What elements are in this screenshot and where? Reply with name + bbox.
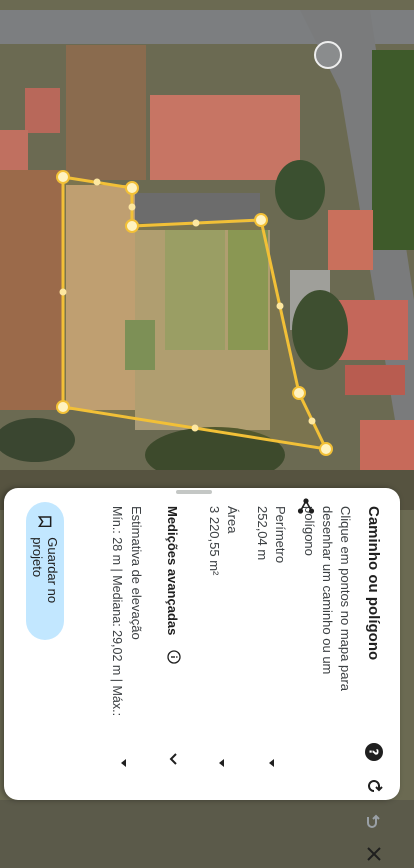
field	[0, 170, 62, 410]
info-icon[interactable]	[162, 650, 181, 664]
caret-down-icon	[121, 759, 126, 767]
advanced-expand-button[interactable]	[162, 748, 184, 770]
building	[25, 88, 60, 133]
save-to-project-button[interactable]: Guardar no projeto	[26, 502, 64, 640]
chevron-down-icon	[169, 753, 177, 765]
share-button[interactable]	[292, 492, 320, 520]
panel-title: Caminho ou polígono	[365, 506, 382, 661]
svg-text:?: ?	[367, 749, 381, 756]
area-label: Área	[225, 506, 240, 534]
close-button[interactable]	[360, 840, 388, 868]
building	[345, 365, 405, 395]
building	[338, 300, 408, 360]
help-icon: ?	[365, 743, 383, 761]
caret-down-icon	[219, 759, 224, 767]
midpoint[interactable]	[93, 178, 101, 186]
drag-handle[interactable]	[176, 490, 212, 494]
midpoint[interactable]	[308, 417, 316, 425]
building	[328, 210, 373, 270]
building	[135, 193, 260, 223]
building	[360, 420, 414, 470]
field	[66, 45, 146, 180]
area-value: 3 220,55 m²	[207, 506, 222, 576]
building	[150, 95, 300, 180]
perimeter-label: Perímetro	[273, 506, 288, 564]
midpoint[interactable]	[191, 424, 199, 432]
save-label: Guardar no projeto	[30, 537, 60, 604]
elevation-dropdown[interactable]	[112, 752, 134, 774]
vertex[interactable]	[292, 386, 306, 400]
perimeter-unit-dropdown[interactable]	[260, 752, 282, 774]
midpoint[interactable]	[192, 219, 200, 227]
share-node-icon	[297, 498, 315, 514]
redo-icon	[368, 780, 383, 792]
advanced-measurements-label: Medições avançadas	[165, 506, 180, 636]
elevation-value: Mín.: 28 m | Mediana: 29,02 m | Máx.:	[110, 506, 124, 717]
help-button[interactable]: ?	[360, 738, 388, 766]
undo-icon	[367, 814, 380, 828]
midpoint[interactable]	[276, 302, 284, 310]
bookmark-icon	[38, 516, 52, 528]
perimeter-value: 252,04 m	[255, 506, 270, 561]
panel-description: Clique em pontos no mapa para desenhar u…	[302, 506, 353, 692]
undo-button[interactable]	[360, 806, 388, 834]
trees	[275, 160, 325, 220]
vertex[interactable]	[125, 181, 139, 195]
midpoint[interactable]	[59, 288, 67, 296]
vertex[interactable]	[56, 400, 70, 414]
measure-panel: Caminho ou polígono ? Clique em pontos n…	[4, 488, 400, 861]
building	[0, 130, 28, 170]
trees	[292, 290, 348, 370]
redo-button[interactable]	[360, 772, 388, 800]
elevation-label: Estimativa de elevação	[129, 506, 144, 640]
midpoint[interactable]	[128, 203, 136, 211]
area-unit-dropdown[interactable]	[210, 752, 232, 774]
vertex[interactable]	[254, 213, 268, 227]
caret-down-icon	[269, 759, 274, 767]
roundabout	[314, 41, 342, 69]
close-icon	[367, 847, 381, 861]
vertex[interactable]	[56, 170, 70, 184]
field-right	[372, 50, 414, 250]
vertex[interactable]	[125, 219, 139, 233]
vertex[interactable]	[319, 442, 333, 456]
